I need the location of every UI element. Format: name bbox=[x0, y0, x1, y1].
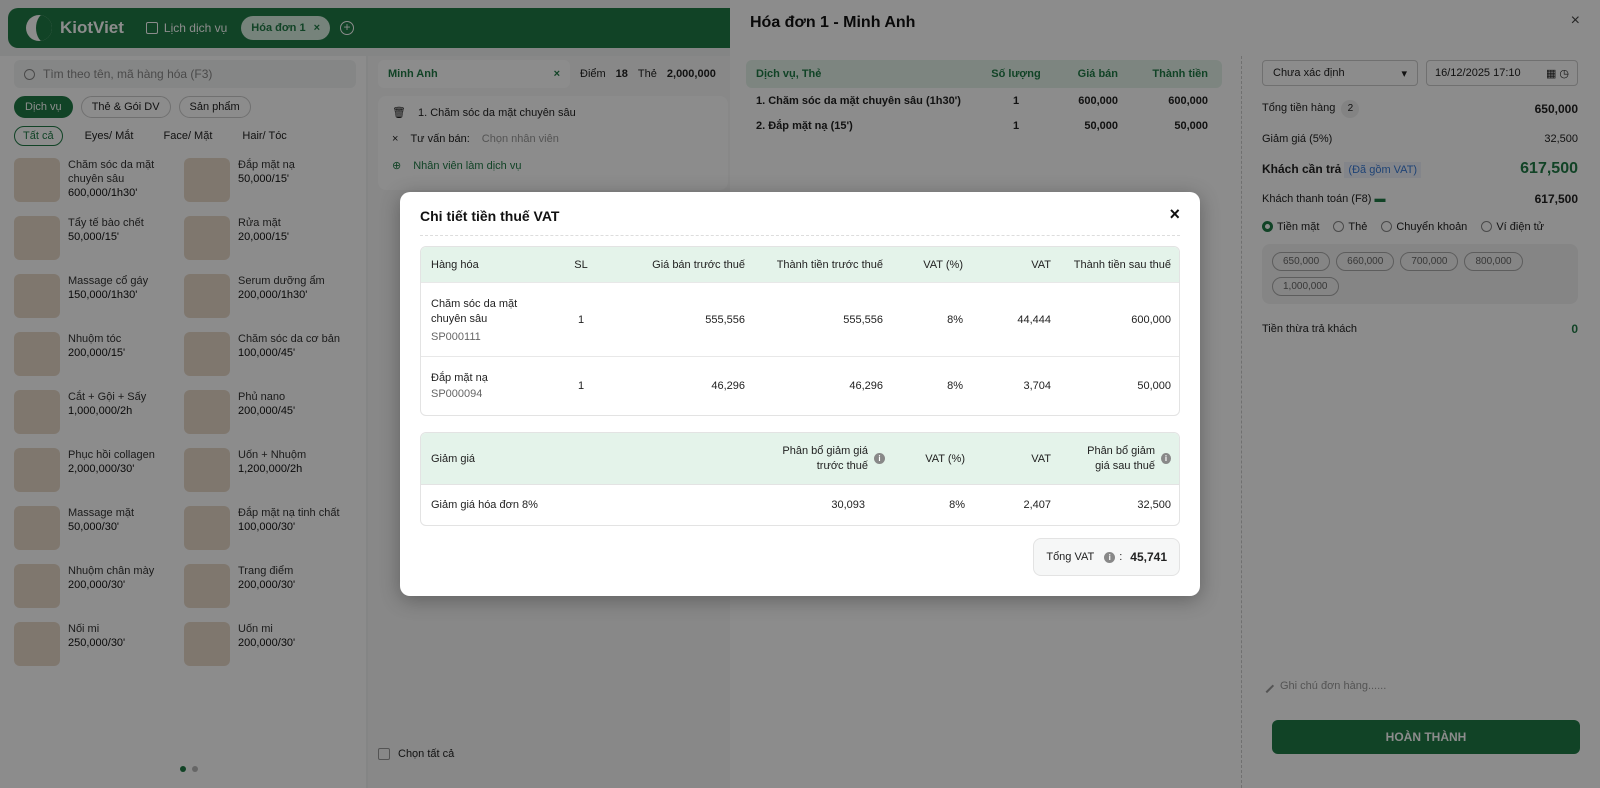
col-discount-vat-pct: VAT (%) bbox=[925, 452, 965, 465]
close-icon[interactable]: × bbox=[1169, 204, 1180, 225]
goods-cell: Đắp mặt nạ SP000094 bbox=[421, 372, 551, 400]
vat-cell: 3,704 bbox=[1023, 380, 1051, 392]
unit-before-cell: 46,296 bbox=[711, 380, 745, 392]
vat-pct-cell: 8% bbox=[947, 313, 963, 326]
vat-items-table: Hàng hóa SL Giá bán trước thuế Thành tiề… bbox=[420, 246, 1180, 416]
col-discount-vat: VAT bbox=[1031, 452, 1051, 465]
col-total-after-tax: Thành tiền sau thuế bbox=[1073, 258, 1171, 271]
col-discount: Giảm giá bbox=[431, 452, 476, 465]
total-after-cell: 600,000 bbox=[1131, 313, 1171, 326]
total-vat-value: 45,741 bbox=[1130, 550, 1167, 564]
discount-vat-pct: 8% bbox=[949, 499, 965, 511]
col-vat: VAT bbox=[1031, 258, 1051, 271]
unit-before-cell: 555,556 bbox=[705, 313, 745, 326]
col-discount-before-tax: Phân bổ giảm giá trước thuế i bbox=[755, 444, 895, 474]
col-discount-before-tax-label: Phân bổ giảm giá trước thuế bbox=[782, 444, 868, 472]
vat-table-header: Hàng hóa SL Giá bán trước thuế Thành tiề… bbox=[421, 247, 1179, 283]
goods-name: Đắp mặt nạ bbox=[431, 372, 488, 384]
table-row: Giảm giá hóa đơn 8% 30,093 8% 2,407 32,5… bbox=[421, 485, 1179, 525]
goods-code: SP000094 bbox=[431, 388, 483, 400]
col-vat-pct: VAT (%) bbox=[923, 258, 963, 271]
goods-code: SP000111 bbox=[431, 330, 481, 343]
table-row: Chăm sóc da mặt chuyên sâu SP000111 1 55… bbox=[421, 283, 1179, 357]
info-icon[interactable]: i bbox=[874, 453, 885, 464]
col-unit-before-tax: Giá bán trước thuế bbox=[652, 258, 745, 271]
total-after-cell: 50,000 bbox=[1137, 380, 1171, 392]
total-vat-label: Tổng VAT bbox=[1046, 551, 1095, 563]
vat-pct-cell: 8% bbox=[947, 380, 963, 392]
discount-vat: 2,407 bbox=[1023, 499, 1051, 511]
discount-allocation-table: Giảm giá Phân bổ giảm giá trước thuế i V… bbox=[420, 432, 1180, 526]
qty-cell: 1 bbox=[577, 313, 585, 326]
discount-name: Giảm giá hóa đơn 8% bbox=[431, 499, 538, 511]
discount-after: 32,500 bbox=[1137, 499, 1171, 511]
discount-table-header: Giảm giá Phân bổ giảm giá trước thuế i V… bbox=[421, 433, 1179, 485]
info-icon[interactable]: i bbox=[1104, 551, 1116, 563]
table-row: Đắp mặt nạ SP000094 1 46,296 46,296 8% 3… bbox=[421, 357, 1179, 415]
col-total-before-tax: Thành tiền trước thuế bbox=[776, 258, 883, 271]
col-qty: SL bbox=[574, 258, 588, 271]
col-discount-after-tax-label: Phân bổ giảm giá sau thuế bbox=[1087, 444, 1155, 472]
total-vat-box: Tổng VAT i : 45,741 bbox=[1033, 538, 1180, 576]
total-before-cell: 46,296 bbox=[849, 380, 883, 392]
goods-name: Chăm sóc da mặt chuyên sâu bbox=[431, 297, 518, 325]
col-discount-after-tax: Phân bổ giảm giá sau thuế i bbox=[1061, 444, 1179, 474]
qty-cell: 1 bbox=[577, 380, 585, 392]
modal-divider bbox=[420, 235, 1180, 236]
discount-before: 30,093 bbox=[831, 499, 865, 511]
modal-title: Chi tiết tiền thuế VAT bbox=[420, 208, 560, 224]
col-goods: Hàng hóa bbox=[431, 258, 479, 271]
total-vat-colon: : bbox=[1119, 551, 1123, 563]
total-before-cell: 555,556 bbox=[843, 313, 883, 326]
vat-cell: 44,444 bbox=[1017, 313, 1051, 326]
info-icon[interactable]: i bbox=[1161, 453, 1171, 464]
goods-cell: Chăm sóc da mặt chuyên sâu SP000111 bbox=[421, 297, 551, 343]
vat-detail-modal: Chi tiết tiền thuế VAT × Hàng hóa SL Giá… bbox=[400, 192, 1200, 596]
